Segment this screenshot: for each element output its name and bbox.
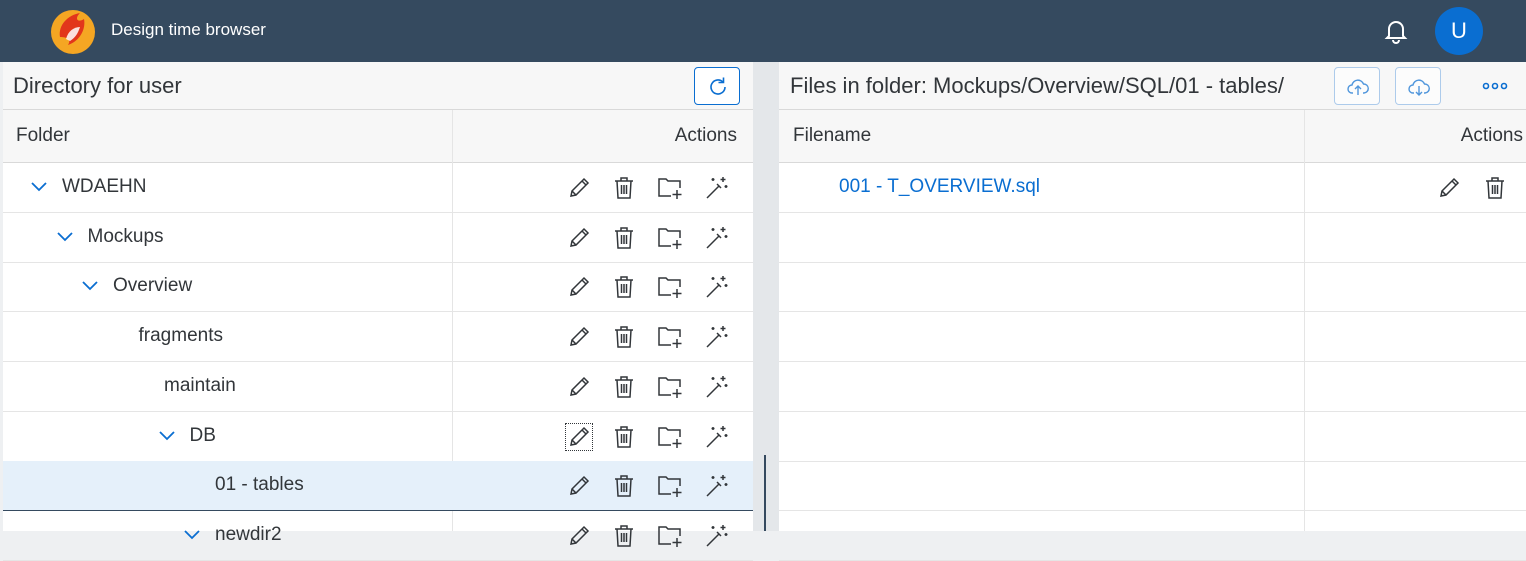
folder-row[interactable]: 01 - tables — [3, 461, 753, 512]
delete-icon[interactable] — [611, 175, 637, 201]
empty-row — [779, 511, 1526, 561]
directory-title: Directory for user — [13, 73, 182, 98]
add-folder-icon[interactable] — [657, 274, 683, 300]
directory-panel: Directory for user Folder Actions WDAEHN… — [3, 62, 753, 561]
cloud-download-icon — [1408, 79, 1430, 96]
expand-chevron-icon[interactable] — [158, 429, 176, 443]
edit-icon[interactable] — [566, 473, 592, 499]
directory-column-header: Folder Actions — [3, 110, 753, 163]
wizard-icon[interactable] — [704, 324, 730, 350]
edit-icon[interactable] — [1436, 175, 1462, 201]
empty-row — [779, 412, 1526, 462]
actions-column-label: Actions — [674, 125, 737, 146]
edit-icon[interactable] — [566, 274, 592, 300]
add-folder-icon[interactable] — [657, 424, 683, 450]
empty-row — [779, 461, 1526, 512]
expand-chevron-icon[interactable] — [81, 279, 99, 293]
folder-name: DB — [189, 424, 216, 446]
delete-icon[interactable] — [611, 424, 637, 450]
folder-name: Mockups — [87, 225, 164, 247]
folder-row[interactable]: Mockups — [3, 213, 753, 263]
add-folder-icon[interactable] — [657, 374, 683, 400]
files-column-header: Filename Actions — [779, 110, 1526, 163]
folder-name: WDAEHN — [62, 176, 147, 197]
files-panel-header: Files in folder: Mockups/Overview/SQL/01… — [779, 62, 1526, 110]
file-row[interactable]: 001 - T_OVERVIEW.sql — [779, 163, 1526, 213]
delete-icon[interactable] — [1482, 175, 1508, 201]
download-button[interactable] — [1395, 67, 1441, 105]
edit-icon[interactable] — [566, 225, 592, 251]
folder-row[interactable]: fragments — [3, 312, 753, 363]
edit-icon[interactable] — [565, 422, 593, 451]
empty-row — [779, 362, 1526, 412]
app-logo-icon[interactable] — [48, 7, 98, 55]
folder-name: maintain — [164, 374, 236, 396]
folder-row[interactable]: Overview — [3, 262, 753, 313]
folder-name: 01 - tables — [215, 474, 304, 496]
filename-column-label: Filename — [793, 125, 872, 146]
add-folder-icon[interactable] — [657, 523, 683, 549]
refresh-icon — [710, 77, 726, 95]
add-folder-icon[interactable] — [657, 225, 683, 251]
folder-name: Overview — [113, 275, 193, 297]
add-folder-icon[interactable] — [657, 473, 683, 499]
wizard-icon[interactable] — [704, 374, 730, 400]
shell-bar: Design time browser U — [0, 0, 1526, 62]
add-folder-icon[interactable] — [657, 324, 683, 350]
cloud-upload-icon — [1347, 79, 1369, 95]
file-actions-column-label: Actions — [1460, 125, 1523, 146]
folder-row[interactable]: newdir2 — [3, 511, 753, 561]
wizard-icon[interactable] — [704, 274, 730, 300]
wizard-icon[interactable] — [704, 523, 730, 549]
wizard-icon[interactable] — [704, 424, 730, 450]
folder-name: newdir2 — [215, 523, 282, 545]
empty-row — [779, 213, 1526, 263]
edit-icon[interactable] — [566, 523, 592, 549]
empty-row — [779, 262, 1526, 313]
file-link[interactable]: 001 - T_OVERVIEW.sql — [839, 176, 1040, 198]
folder-name: fragments — [138, 325, 223, 347]
wizard-icon[interactable] — [704, 225, 730, 251]
panel-splitter[interactable] — [753, 62, 779, 531]
user-avatar[interactable]: U — [1435, 7, 1483, 55]
edit-icon[interactable] — [566, 324, 592, 350]
files-title: Files in folder: Mockups/Overview/SQL/01… — [790, 73, 1284, 98]
expand-chevron-icon[interactable] — [183, 528, 201, 542]
delete-icon[interactable] — [611, 473, 637, 499]
expand-chevron-icon[interactable] — [56, 230, 74, 244]
app-title: Design time browser — [111, 20, 266, 39]
add-folder-icon[interactable] — [657, 175, 683, 201]
wizard-icon[interactable] — [704, 473, 730, 499]
directory-panel-header: Directory for user — [3, 62, 753, 110]
files-panel: Files in folder: Mockups/Overview/SQL/01… — [779, 62, 1526, 561]
delete-icon[interactable] — [611, 274, 637, 300]
refresh-button[interactable] — [694, 67, 740, 105]
delete-icon[interactable] — [611, 374, 637, 400]
splitter-handle[interactable] — [764, 455, 766, 531]
wizard-icon[interactable] — [704, 175, 730, 201]
folder-column-label: Folder — [16, 125, 70, 146]
edit-icon[interactable] — [566, 374, 592, 400]
empty-row — [779, 312, 1526, 363]
overflow-menu-icon[interactable] — [1479, 74, 1511, 98]
folder-row[interactable]: DB — [3, 412, 753, 462]
folder-row[interactable]: maintain — [3, 362, 753, 412]
edit-icon[interactable] — [566, 175, 592, 201]
delete-icon[interactable] — [611, 225, 637, 251]
upload-button[interactable] — [1334, 67, 1380, 105]
delete-icon[interactable] — [611, 523, 637, 549]
expand-chevron-icon[interactable] — [30, 180, 48, 194]
delete-icon[interactable] — [611, 324, 637, 350]
notification-bell-icon[interactable] — [1382, 17, 1410, 45]
folder-row[interactable]: WDAEHN — [3, 163, 753, 213]
